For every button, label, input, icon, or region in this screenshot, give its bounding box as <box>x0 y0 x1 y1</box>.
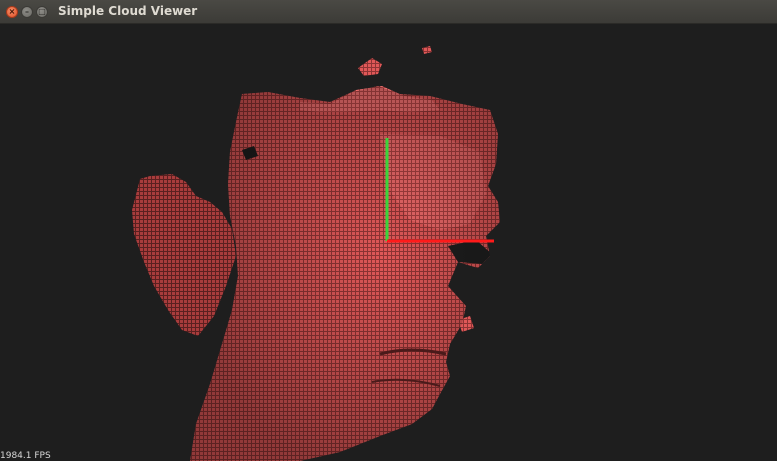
point-cloud-canvas[interactable] <box>0 24 777 461</box>
maximize-button[interactable]: □ <box>36 6 48 18</box>
cloud-ear-region <box>132 174 236 336</box>
window-title: Simple Cloud Viewer <box>58 4 198 18</box>
minimize-icon: – <box>25 7 29 16</box>
fps-counter: 1984.1 FPS <box>0 451 51 461</box>
cloud-shading <box>190 86 500 461</box>
close-button[interactable]: × <box>6 6 18 18</box>
app-window: × – □ Simple Cloud Viewer 1984.1 FPS <box>0 0 777 461</box>
close-icon: × <box>8 7 16 16</box>
cloud-fragment-top-small <box>422 46 432 54</box>
cloud-fragment-top <box>358 58 382 76</box>
minimize-button[interactable]: – <box>21 6 33 18</box>
maximize-icon: □ <box>38 7 46 16</box>
cloud-viewport[interactable]: 1984.1 FPS <box>0 24 777 461</box>
title-bar[interactable]: × – □ Simple Cloud Viewer <box>0 0 777 24</box>
point-cloud <box>132 46 500 461</box>
